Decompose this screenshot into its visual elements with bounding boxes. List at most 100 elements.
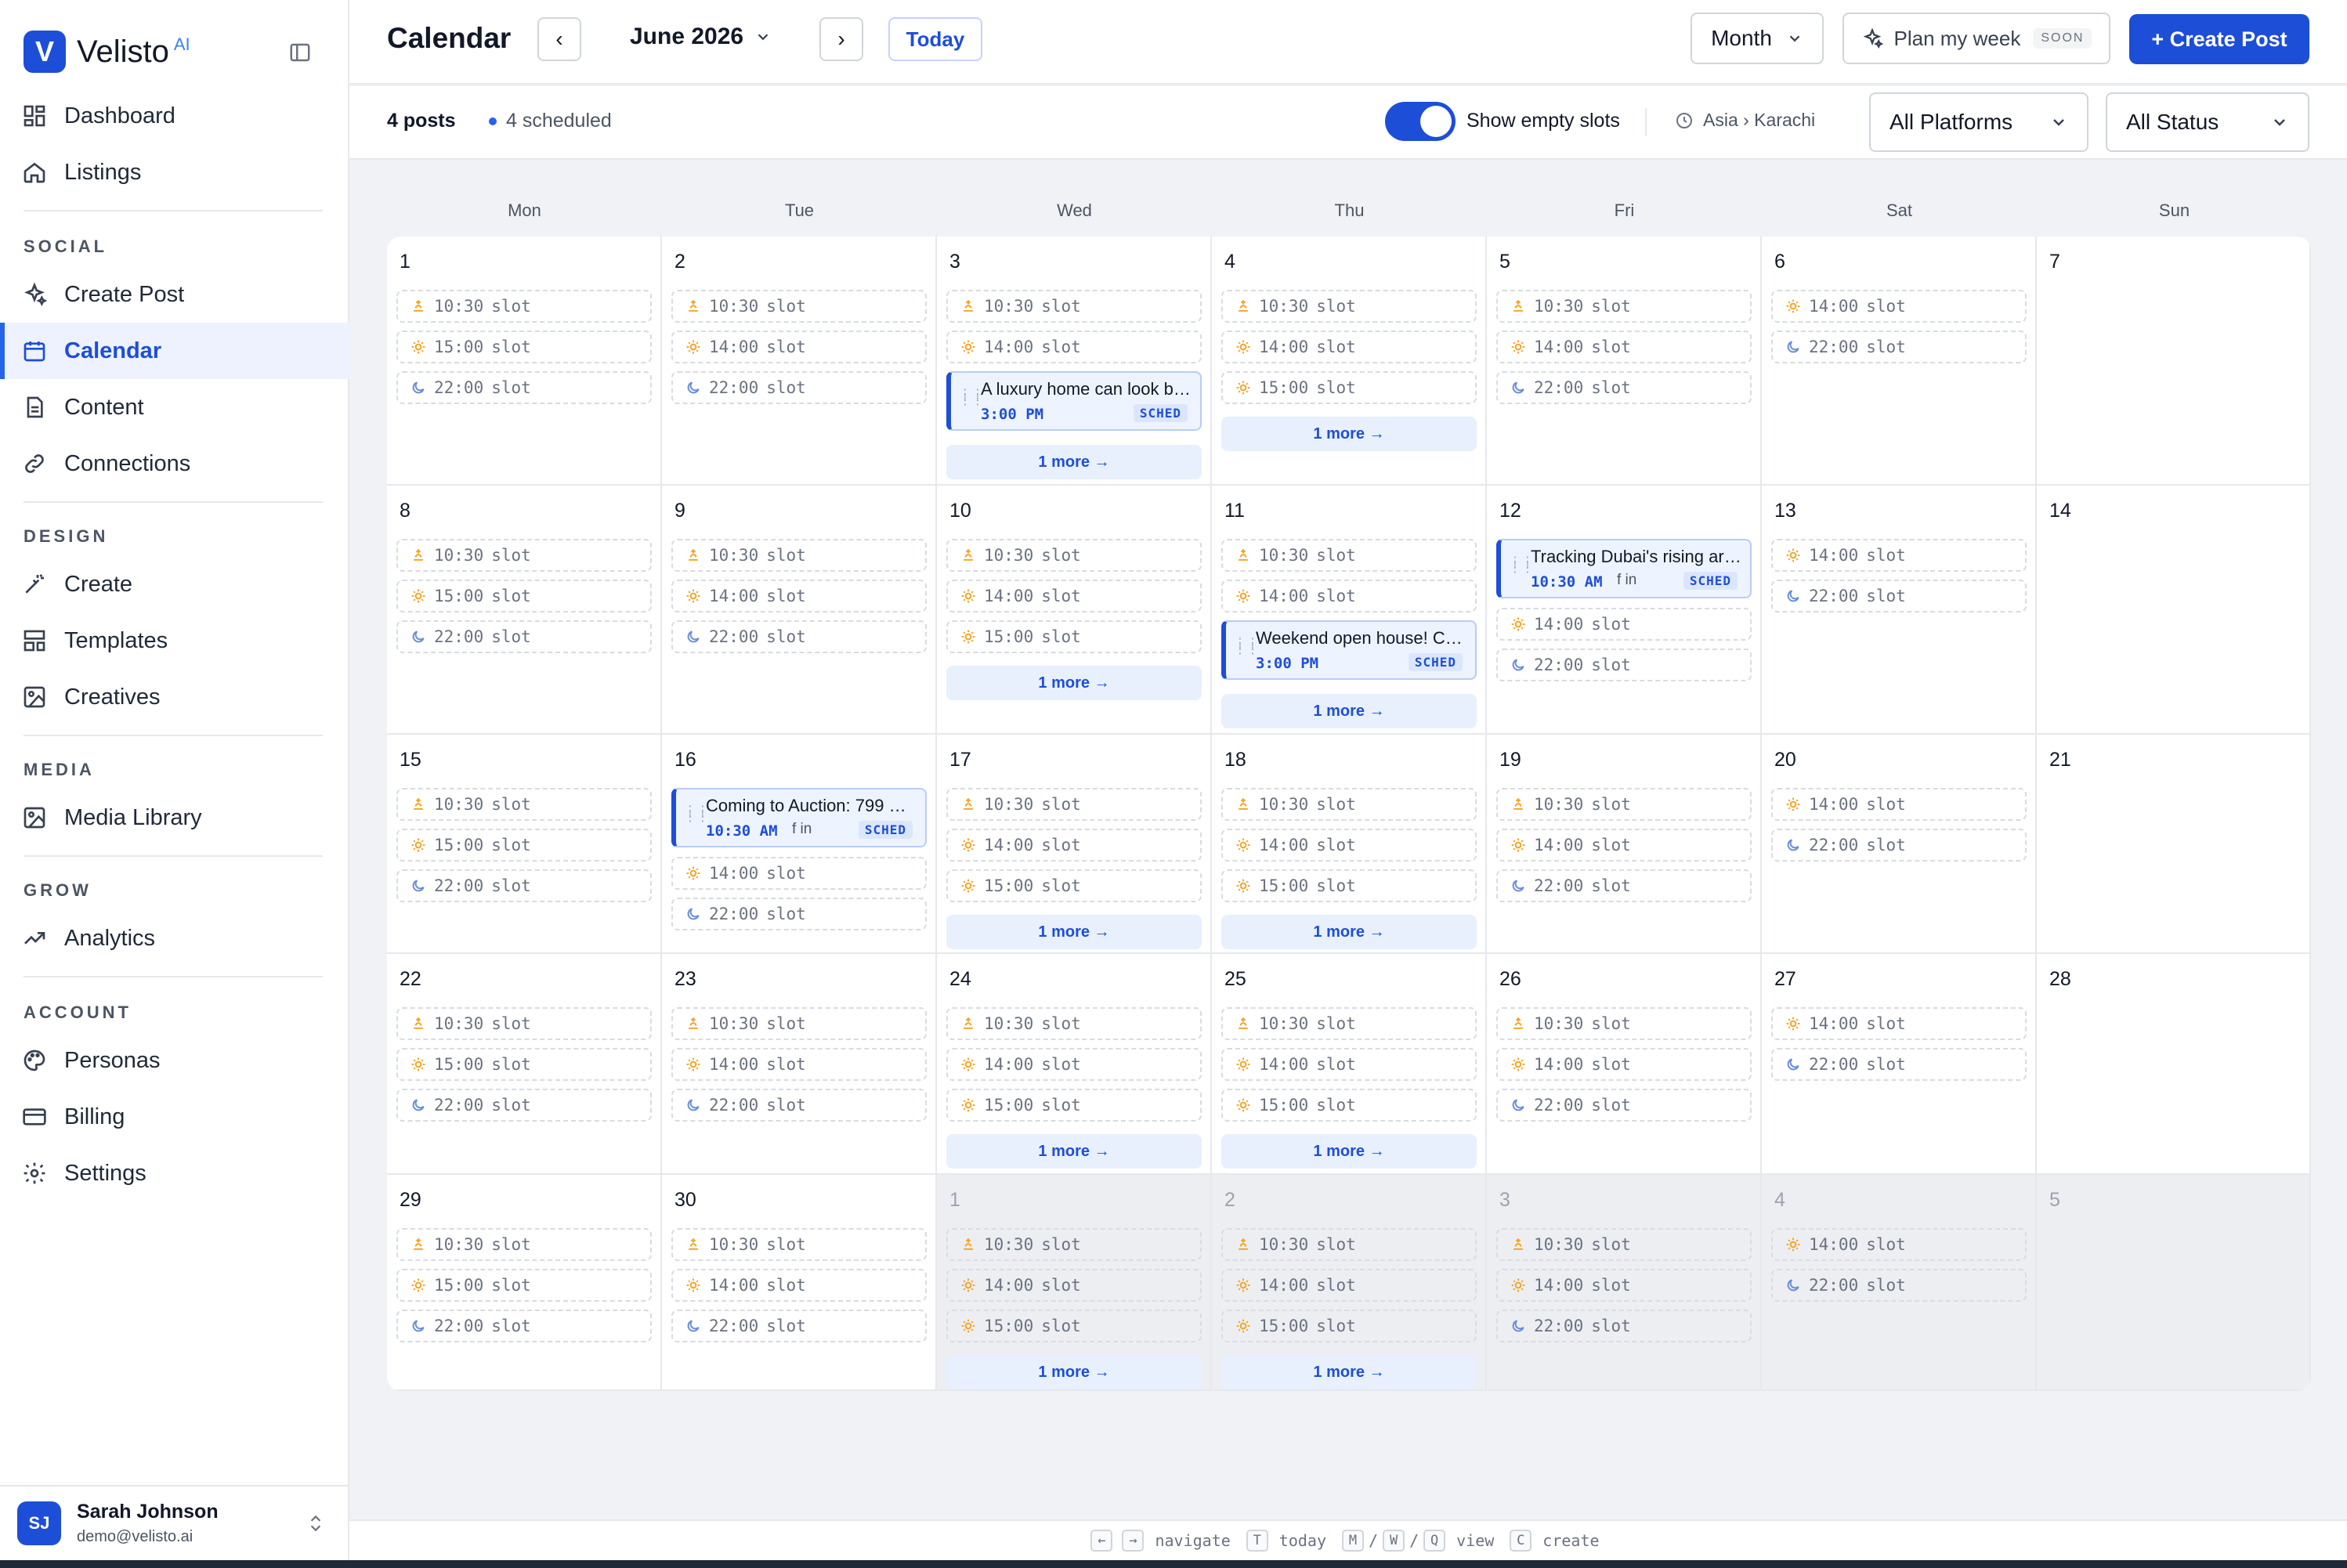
calendar-day-cell[interactable]: 3 10:30 slot 14:00 slot ⋮⋮ ⋮⋮ A luxury home can… xyxy=(937,237,1212,486)
more-posts-link[interactable]: 1 more → xyxy=(946,1355,1202,1389)
prev-month-button[interactable]: ‹ xyxy=(537,17,581,61)
calendar-day-cell[interactable]: 25 10:30 slot 14:00 slot 15:00 slot 1 more → xyxy=(1212,954,1487,1175)
empty-slot[interactable]: 10:30 slot xyxy=(1496,1228,1752,1261)
empty-slot[interactable]: 15:00 slot xyxy=(1221,1310,1477,1342)
empty-slot[interactable]: 22:00 slot xyxy=(396,620,652,653)
show-empty-slots-toggle[interactable] xyxy=(1385,102,1456,141)
more-posts-link[interactable]: 1 more → xyxy=(1221,1355,1477,1389)
create-post-button[interactable]: + Create Post xyxy=(2129,14,2309,64)
empty-slot[interactable]: 14:00 slot xyxy=(1221,331,1477,363)
empty-slot[interactable]: 22:00 slot xyxy=(671,371,927,404)
sidebar-item-calendar[interactable]: Calendar xyxy=(0,323,349,379)
empty-slot[interactable]: 22:00 slot xyxy=(1496,1310,1752,1342)
sidebar-item-media-library[interactable]: Media Library xyxy=(0,789,349,846)
calendar-day-cell[interactable]: 16 ⋮⋮⋮⋮Coming to Auction: 799 Park Ave10:… xyxy=(662,735,937,954)
more-posts-link[interactable]: 1 more → xyxy=(1221,1134,1477,1169)
empty-slot[interactable]: 14:00 slot xyxy=(946,1269,1202,1302)
empty-slot[interactable]: 14:00 slot xyxy=(946,331,1202,363)
sidebar-item-analytics[interactable]: Analytics xyxy=(0,910,349,966)
empty-slot[interactable]: 10:30 slot xyxy=(1221,1007,1477,1040)
view-selector[interactable]: Month xyxy=(1691,13,1824,64)
sidebar-item-templates[interactable]: Templates xyxy=(0,612,349,669)
calendar-day-cell[interactable]: 5 xyxy=(2037,1175,2311,1391)
calendar-day-cell[interactable]: 1 10:30 slot 14:00 slot 15:00 slot 1 more → xyxy=(937,1175,1212,1391)
more-posts-link[interactable]: 1 more → xyxy=(946,666,1202,700)
calendar-day-cell[interactable]: 28 xyxy=(2037,954,2311,1175)
empty-slot[interactable]: 14:00 slot xyxy=(1221,580,1477,612)
calendar-day-cell[interactable]: 11 10:30 slot 14:00 slot ⋮⋮ ⋮⋮ Weekend open hou… xyxy=(1212,486,1487,735)
empty-slot[interactable]: 14:00 slot xyxy=(671,331,927,363)
month-selector[interactable]: June 2026 xyxy=(630,23,772,50)
today-button[interactable]: Today xyxy=(888,17,982,61)
empty-slot[interactable]: 10:30 slot xyxy=(671,1007,927,1040)
next-month-button[interactable]: › xyxy=(819,17,863,61)
empty-slot[interactable]: 22:00 slot xyxy=(1771,331,2027,363)
empty-slot[interactable]: 10:30 slot xyxy=(946,1007,1202,1040)
calendar-day-cell[interactable]: 7 xyxy=(2037,237,2311,486)
empty-slot[interactable]: 10:30 slot xyxy=(396,1228,652,1261)
empty-slot[interactable]: 22:00 slot xyxy=(671,1310,927,1342)
empty-slot[interactable]: 14:00 slot xyxy=(1771,1007,2027,1040)
empty-slot[interactable]: 22:00 slot xyxy=(671,1089,927,1122)
empty-slot[interactable]: 10:30 slot xyxy=(396,539,652,572)
sidebar-item-create-post[interactable]: Create Post xyxy=(0,266,349,323)
empty-slot[interactable]: 10:30 slot xyxy=(1496,1007,1752,1040)
empty-slot[interactable]: 15:00 slot xyxy=(946,1089,1202,1122)
sidebar-item-content[interactable]: Content xyxy=(0,379,349,435)
empty-slot[interactable]: 14:00 slot xyxy=(1771,788,2027,821)
empty-slot[interactable]: 15:00 slot xyxy=(396,829,652,862)
more-posts-link[interactable]: 1 more → xyxy=(1221,417,1477,451)
sidebar-item-dashboard[interactable]: Dashboard xyxy=(0,88,349,144)
sidebar-item-listings[interactable]: Listings xyxy=(0,144,349,201)
sidebar-item-billing[interactable]: Billing xyxy=(0,1089,349,1145)
empty-slot[interactable]: 14:00 slot xyxy=(671,580,927,612)
empty-slot[interactable]: 22:00 slot xyxy=(1496,869,1752,902)
empty-slot[interactable]: 22:00 slot xyxy=(1496,371,1752,404)
calendar-day-cell[interactable]: 20 14:00 slot 22:00 slot xyxy=(1762,735,2037,954)
empty-slot[interactable]: 14:00 slot xyxy=(1496,829,1752,862)
empty-slot[interactable]: 10:30 slot xyxy=(671,290,927,323)
empty-slot[interactable]: 10:30 slot xyxy=(396,1007,652,1040)
calendar-day-cell[interactable]: 27 14:00 slot 22:00 slot xyxy=(1762,954,2037,1175)
empty-slot[interactable]: 14:00 slot xyxy=(946,580,1202,612)
more-posts-link[interactable]: 1 more → xyxy=(946,915,1202,949)
empty-slot[interactable]: 15:00 slot xyxy=(1221,371,1477,404)
more-posts-link[interactable]: 1 more → xyxy=(1221,694,1477,728)
sidebar-item-settings[interactable]: Settings xyxy=(0,1145,349,1201)
calendar-day-cell[interactable]: 1 10:30 slot 15:00 slot 22:00 slot xyxy=(387,237,662,486)
sidebar-item-creatives[interactable]: Creatives xyxy=(0,669,349,725)
empty-slot[interactable]: 22:00 slot xyxy=(396,1089,652,1122)
empty-slot[interactable]: 15:00 slot xyxy=(396,580,652,612)
empty-slot[interactable]: 14:00 slot xyxy=(671,1269,927,1302)
empty-slot[interactable]: 15:00 slot xyxy=(396,1269,652,1302)
calendar-day-cell[interactable]: 10 10:30 slot 14:00 slot 15:00 slot 1 more → xyxy=(937,486,1212,735)
empty-slot[interactable]: 14:00 slot xyxy=(946,1048,1202,1081)
calendar-day-cell[interactable]: 3 10:30 slot 14:00 slot 22:00 slot xyxy=(1487,1175,1762,1391)
scheduled-post-card[interactable]: ⋮⋮⋮⋮A luxury home can look beautiful3:00… xyxy=(946,371,1202,431)
sidebar-item-connections[interactable]: Connections xyxy=(0,435,349,492)
empty-slot[interactable]: 10:30 slot xyxy=(396,290,652,323)
more-posts-link[interactable]: 1 more → xyxy=(946,1134,1202,1169)
empty-slot[interactable]: 15:00 slot xyxy=(1221,1089,1477,1122)
empty-slot[interactable]: 14:00 slot xyxy=(946,829,1202,862)
sidebar-collapse-icon[interactable] xyxy=(288,41,312,64)
calendar-day-cell[interactable]: 18 10:30 slot 14:00 slot 15:00 slot 1 more → xyxy=(1212,735,1487,954)
empty-slot[interactable]: 22:00 slot xyxy=(1771,580,2027,612)
timezone[interactable]: Asia › Karachi xyxy=(1675,110,1815,131)
empty-slot[interactable]: 15:00 slot xyxy=(946,620,1202,653)
empty-slot[interactable]: 15:00 slot xyxy=(396,331,652,363)
calendar-day-cell[interactable]: 30 10:30 slot 14:00 slot 22:00 slot xyxy=(662,1175,937,1391)
empty-slot[interactable]: 10:30 slot xyxy=(396,788,652,821)
more-posts-link[interactable]: 1 more → xyxy=(946,445,1202,479)
empty-slot[interactable]: 22:00 slot xyxy=(396,371,652,404)
calendar-day-cell[interactable]: 14 xyxy=(2037,486,2311,735)
empty-slot[interactable]: 10:30 slot xyxy=(946,1228,1202,1261)
scheduled-post-card[interactable]: ⋮⋮⋮⋮Coming to Auction: 799 Park Ave10:30… xyxy=(671,788,927,847)
calendar-day-cell[interactable]: 2 10:30 slot 14:00 slot 22:00 slot xyxy=(662,237,937,486)
empty-slot[interactable]: 10:30 slot xyxy=(946,539,1202,572)
calendar-day-cell[interactable]: 4 10:30 slot 14:00 slot 15:00 slot 1 more → xyxy=(1212,237,1487,486)
calendar-day-cell[interactable]: 5 10:30 slot 14:00 slot 22:00 slot xyxy=(1487,237,1762,486)
calendar-day-cell[interactable]: 17 10:30 slot 14:00 slot 15:00 slot 1 more → xyxy=(937,735,1212,954)
empty-slot[interactable]: 14:00 slot xyxy=(1771,290,2027,323)
calendar-day-cell[interactable]: 12 ⋮⋮ ⋮⋮ Tracking Dubai's rising areas 10:30… xyxy=(1487,486,1762,735)
